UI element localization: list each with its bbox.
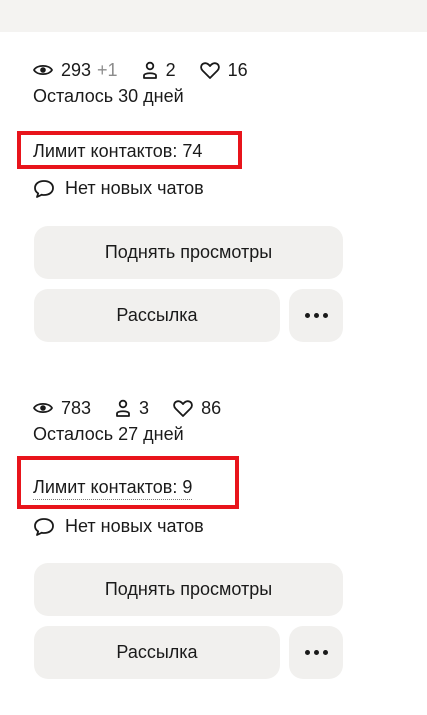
more-button[interactable] bbox=[289, 289, 343, 342]
person-icon bbox=[116, 399, 130, 417]
mailing-label: Рассылка bbox=[116, 642, 198, 662]
favorites-count: 16 bbox=[227, 59, 248, 80]
contacts-stat: 2 bbox=[142, 60, 176, 81]
chat-bubble-icon bbox=[34, 179, 54, 198]
heart-icon bbox=[199, 61, 220, 79]
mailing-button[interactable]: Рассылка bbox=[34, 289, 280, 342]
more-button[interactable] bbox=[289, 626, 343, 679]
chats-status[interactable]: Нет новых чатов bbox=[33, 178, 204, 199]
listing-card: 783 3 86 Осталось 27 дней Лимит контакто… bbox=[0, 396, 427, 696]
contact-limit[interactable]: Лимит контактов: 9 bbox=[33, 477, 193, 500]
boost-views-label: Поднять просмотры bbox=[104, 579, 273, 599]
listing-stats: 783 3 86 bbox=[33, 396, 245, 420]
contacts-count: 2 bbox=[165, 59, 176, 80]
person-icon bbox=[142, 61, 157, 79]
mailing-button[interactable]: Рассылка bbox=[34, 626, 280, 679]
views-count: 293 bbox=[61, 59, 92, 80]
days-left: Осталось 30 дней bbox=[33, 86, 184, 106]
more-dots-icon bbox=[304, 650, 328, 655]
views-count: 783 bbox=[61, 397, 92, 418]
boost-views-button[interactable]: Поднять просмотры bbox=[34, 563, 343, 616]
favorites-stat: 86 bbox=[173, 398, 221, 419]
contacts-stat: 3 bbox=[115, 398, 149, 419]
boost-views-label: Поднять просмотры bbox=[104, 242, 273, 262]
chats-label: Нет новых чатов bbox=[65, 516, 204, 536]
days-left: Осталось 27 дней bbox=[33, 424, 184, 444]
views-delta: +1 bbox=[97, 59, 118, 80]
chats-status[interactable]: Нет новых чатов bbox=[33, 516, 204, 537]
chat-bubble-icon bbox=[34, 517, 54, 536]
more-dots-icon bbox=[304, 313, 328, 318]
views-stat: 293 +1 bbox=[33, 60, 118, 81]
listing-stats: 293 +1 2 16 bbox=[33, 58, 272, 82]
views-stat: 783 bbox=[33, 398, 91, 419]
favorites-stat: 16 bbox=[199, 59, 248, 81]
eye-icon bbox=[33, 402, 53, 414]
mailing-label: Рассылка bbox=[116, 305, 198, 325]
chats-label: Нет новых чатов bbox=[65, 178, 204, 198]
top-bar bbox=[0, 0, 427, 32]
listing-card: 293 +1 2 16 Осталось 30 дней Лимит конта… bbox=[0, 58, 427, 358]
boost-views-button[interactable]: Поднять просмотры bbox=[34, 226, 343, 279]
eye-icon bbox=[33, 64, 53, 76]
favorites-count: 86 bbox=[201, 397, 222, 418]
contacts-count: 3 bbox=[139, 397, 150, 418]
heart-icon bbox=[173, 399, 193, 417]
contact-limit[interactable]: Лимит контактов: 74 bbox=[33, 141, 202, 162]
